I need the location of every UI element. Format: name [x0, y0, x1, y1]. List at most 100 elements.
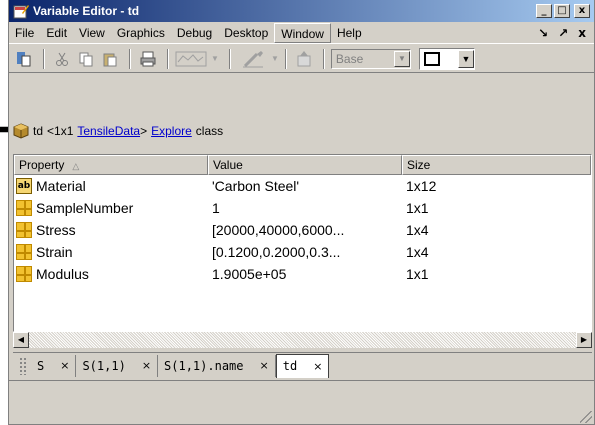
base-label: Base: [335, 51, 364, 66]
tab-grip-handle[interactable]: [19, 356, 27, 375]
menu-window[interactable]: Window: [274, 22, 331, 43]
size-cell: 1x1: [406, 200, 429, 216]
menu-debug[interactable]: Debug: [171, 23, 218, 43]
import-icon[interactable]: [293, 48, 315, 70]
toolbar-separator: [129, 48, 131, 69]
menu-file[interactable]: File: [9, 23, 40, 43]
table-row[interactable]: SampleNumber 1 1x1: [14, 197, 591, 219]
object-name: td: [33, 124, 44, 138]
scroll-right-icon[interactable]: ▶: [576, 332, 592, 348]
chevron-down-icon[interactable]: ▼: [457, 49, 474, 68]
toolbar-separator: [229, 48, 231, 69]
size-cell: 1x4: [406, 222, 429, 238]
property-cell: Modulus: [14, 263, 208, 285]
horizontal-scrollbar[interactable]: ◀ ▶: [13, 332, 592, 348]
toolbar: ▼ ▼ Base ▼ ▼: [9, 45, 594, 73]
tab-label: td: [282, 359, 298, 373]
property-name: Material: [36, 178, 86, 194]
value-cell[interactable]: 1.9005e+05: [208, 263, 402, 285]
tab-label: S: [37, 358, 45, 373]
object-cube-icon: [13, 123, 29, 139]
column-header-size[interactable]: Size: [402, 155, 591, 175]
close-tab-icon[interactable]: ×: [60, 359, 69, 372]
breadcrumb: td <1x1 TensileData > Explore class: [13, 121, 223, 141]
scroll-left-icon[interactable]: ◀: [13, 332, 29, 348]
property-name: Stress: [36, 222, 76, 238]
table-header: Property △ Value Size: [14, 155, 591, 175]
menu-help[interactable]: Help: [331, 23, 368, 43]
tab-label: S(1,1).name: [164, 358, 244, 373]
object-size: <1x1: [47, 124, 74, 138]
explore-link[interactable]: Explore: [151, 124, 192, 138]
toolbar-separator: [284, 48, 287, 69]
title-bar[interactable]: Variable Editor - td _ □ x: [9, 0, 594, 22]
tab-td[interactable]: td ×: [275, 353, 330, 378]
property-name: SampleNumber: [36, 200, 134, 216]
value-cell[interactable]: [0.1200,0.2000,0.3...: [208, 241, 402, 263]
paste-icon[interactable]: [99, 48, 121, 70]
breadcrumb-suffix: class: [195, 124, 224, 138]
tab-s-1-1[interactable]: S(1,1) ×: [76, 354, 159, 377]
property-cell: ab Material: [14, 175, 208, 197]
variable-editor-icon: [13, 5, 29, 19]
variable-editor-window: Variable Editor - td _ □ x File Edit Vie…: [8, 0, 595, 425]
chevron-down-icon: ▼: [211, 54, 219, 63]
menu-edit[interactable]: Edit: [40, 23, 73, 43]
plot-icon: [175, 51, 207, 66]
size-cell: 1x1: [406, 266, 429, 282]
value-cell[interactable]: 1: [208, 197, 402, 219]
numeric-icon: [16, 244, 32, 260]
square-layout-icon: [423, 51, 440, 66]
maximize-button[interactable]: □: [554, 4, 570, 18]
property-cell: Strain: [14, 241, 208, 263]
resize-grip-icon[interactable]: [580, 411, 592, 423]
menu-bar: File Edit View Graphics Debug Desktop Wi…: [9, 22, 594, 44]
class-link[interactable]: TensileData: [77, 124, 140, 138]
property-name: Strain: [36, 244, 73, 260]
plot-selector[interactable]: ▼: [175, 48, 223, 70]
column-header-property[interactable]: Property △: [14, 155, 208, 175]
chevron-down-icon[interactable]: ▼: [271, 54, 279, 63]
menu-view[interactable]: View: [73, 23, 111, 43]
dock-icon[interactable]: ↗: [558, 26, 568, 40]
undock-icon[interactable]: ↘: [538, 26, 548, 40]
print-icon[interactable]: [137, 48, 159, 70]
column-header-value[interactable]: Value: [208, 155, 402, 175]
grid-layout-select[interactable]: ▼: [418, 47, 475, 70]
table-row[interactable]: Modulus 1.9005e+05 1x1: [14, 263, 591, 285]
char-icon: ab: [16, 178, 32, 194]
table-row[interactable]: Stress [20000,40000,6000... 1x4: [14, 219, 591, 241]
menu-graphics[interactable]: Graphics: [111, 23, 171, 43]
menu-desktop[interactable]: Desktop: [218, 23, 274, 43]
cut-icon[interactable]: [51, 48, 73, 70]
size-cell: 1x12: [406, 178, 437, 194]
menu-right-controls: ↘ ↗ x: [538, 26, 594, 40]
table-row[interactable]: Strain [0.1200,0.2000,0.3... 1x4: [14, 241, 591, 263]
property-name: Modulus: [36, 266, 89, 282]
close-tab-icon[interactable]: ×: [313, 360, 322, 373]
value-cell[interactable]: 'Carbon Steel': [208, 175, 402, 197]
tab-s-1-1-name[interactable]: S(1,1).name ×: [158, 354, 276, 377]
close-tab-icon[interactable]: ×: [142, 359, 151, 372]
property-cell: Stress: [14, 219, 208, 241]
value-cell[interactable]: [20000,40000,6000...: [208, 219, 402, 241]
tab-s[interactable]: S ×: [31, 354, 77, 377]
status-bar: [9, 380, 594, 425]
close-button[interactable]: x: [574, 4, 590, 18]
base-workspace-select[interactable]: Base ▼: [330, 48, 411, 69]
brush-icon[interactable]: [237, 48, 269, 70]
column-header-property-label: Property: [19, 158, 65, 172]
close-tab-icon[interactable]: ×: [260, 359, 269, 372]
numeric-icon: [16, 266, 32, 282]
document-tab-bar: S × S(1,1) × S(1,1).name × td ×: [13, 352, 592, 378]
copy-icon[interactable]: [75, 48, 97, 70]
toolbar-separator: [322, 48, 325, 69]
toolbar-separator: [167, 48, 169, 69]
close-editor-icon[interactable]: x: [578, 26, 586, 40]
numeric-icon: [16, 200, 32, 216]
minimize-button[interactable]: _: [536, 4, 552, 18]
breadcrumb-gt: >: [140, 124, 148, 138]
chevron-down-icon[interactable]: ▼: [393, 50, 410, 67]
variable-icon[interactable]: [13, 48, 35, 70]
table-row[interactable]: ab Material 'Carbon Steel' 1x12: [14, 175, 591, 197]
